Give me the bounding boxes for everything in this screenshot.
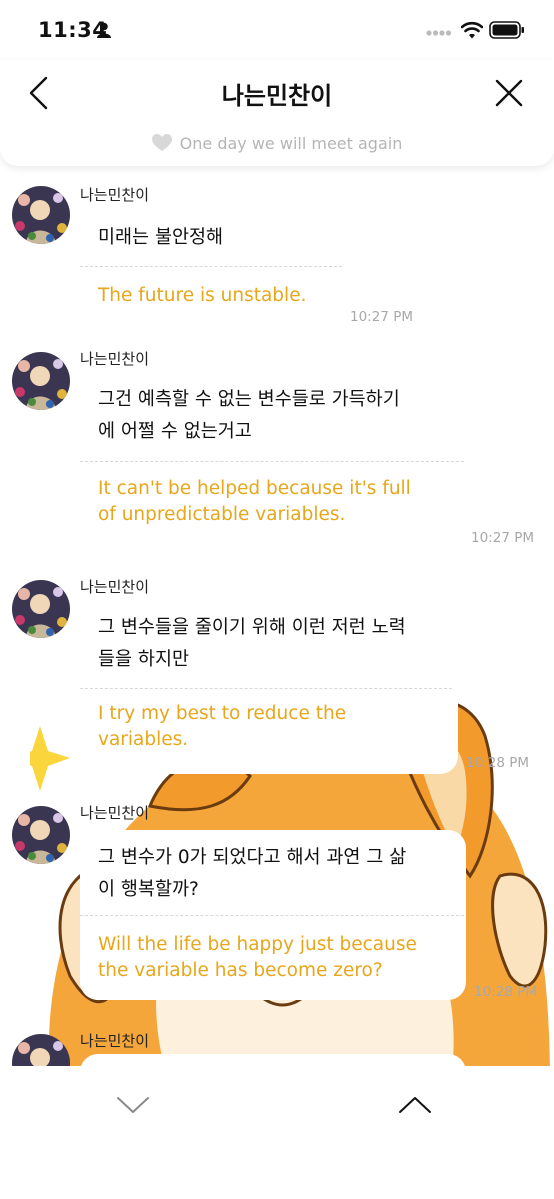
message-divider	[80, 266, 342, 267]
chat-header: 나는민찬이 One day we will meet again	[0, 60, 554, 166]
translation-line: It can't be helped because it's full	[98, 478, 411, 499]
scroll-down-button[interactable]	[114, 1092, 152, 1116]
message-item: 나는민찬이 그건 예측할 수 없는 변수들로 가득하기 에 어쩔 수 없는거고 …	[0, 336, 554, 556]
sender-name: 나는민찬이	[80, 1032, 150, 1050]
translation-line: Will the life be happy just because	[98, 934, 417, 955]
header-subtitle: One day we will meet again	[0, 134, 554, 153]
heart-icon	[151, 134, 172, 151]
sender-name: 나는민찬이	[80, 186, 150, 204]
korean-line: 그건 예측할 수 없는 변수들로 가득하기	[98, 389, 400, 410]
avatar[interactable]	[12, 186, 70, 244]
page-title: 나는민찬이	[221, 82, 333, 110]
avatar[interactable]	[12, 806, 70, 864]
message-divider	[80, 461, 464, 462]
message-translation: It can't be helped because it's full of …	[98, 476, 411, 528]
signal-icon	[426, 30, 452, 36]
korean-line: 그 변수가 0가 되었다고 해서 과연 그 삶	[98, 847, 407, 868]
korean-line: 에 어쩔 수 없는거고	[98, 421, 252, 442]
translation-line: of unpredictable variables.	[98, 504, 346, 525]
bottom-bar	[0, 1066, 554, 1199]
korean-line: 미래는 불안정해	[98, 227, 224, 248]
message-timestamp: 10:28 PM	[466, 755, 529, 771]
status-bar: 11:34	[0, 0, 554, 60]
wifi-icon	[461, 21, 483, 39]
person-icon	[97, 22, 111, 38]
message-korean: 미래는 불안정해	[98, 222, 223, 254]
avatar[interactable]	[12, 580, 70, 638]
korean-line: 들을 하지만	[98, 649, 189, 670]
translation-line: variables.	[98, 729, 189, 750]
message-translation: The future is unstable.	[98, 283, 306, 309]
message-translation: I try my best to reduce the variables.	[98, 701, 346, 753]
message-feed[interactable]: 나는민찬이 미래는 불안정해 The future is unstable. 1…	[0, 166, 554, 1066]
message-item: 나는민찬이 그 변수가 0가 되었다고 해서 과연 그 삶 이 행복할까? Wi…	[0, 792, 554, 1012]
message-korean: 그 변수가 0가 되었다고 해서 과연 그 삶 이 행복할까?	[98, 842, 406, 906]
sender-name: 나는민찬이	[80, 578, 150, 596]
translation-line: I try my best to reduce the	[98, 703, 347, 724]
avatar[interactable]	[12, 352, 70, 410]
korean-line: 이 행복할까?	[98, 879, 199, 900]
battery-icon	[489, 21, 524, 39]
message-divider	[80, 915, 464, 916]
message-bubble[interactable]	[80, 1054, 466, 1066]
message-timestamp: 10:27 PM	[471, 530, 534, 546]
subtitle-text: One day we will meet again	[179, 134, 403, 153]
message-divider	[80, 688, 452, 689]
message-translation: Will the life be happy just because the …	[98, 932, 417, 984]
message-item: 나는민찬이	[0, 1022, 554, 1066]
translation-line: the variable has become zero?	[98, 960, 383, 981]
korean-line: 그 변수들을 줄이기 위해 이런 저런 노력	[98, 617, 406, 638]
message-timestamp: 10:27 PM	[350, 309, 413, 325]
message-item: 나는민찬이 그 변수들을 줄이기 위해 이런 저런 노력 들을 하지만 I tr…	[0, 564, 554, 784]
avatar[interactable]	[12, 1034, 70, 1066]
message-korean: 그 변수들을 줄이기 위해 이런 저런 노력 들을 하지만	[98, 612, 406, 676]
message-timestamp: 10:28 PM	[474, 984, 537, 1000]
scroll-up-button[interactable]	[396, 1092, 434, 1116]
translation-line: The future is unstable.	[98, 285, 307, 306]
sender-name: 나는민찬이	[80, 804, 150, 822]
message-item: 나는민찬이 미래는 불안정해 The future is unstable. 1…	[0, 166, 554, 326]
sender-name: 나는민찬이	[80, 350, 150, 368]
close-button[interactable]	[490, 74, 528, 112]
message-korean: 그건 예측할 수 없는 변수들로 가득하기 에 어쩔 수 없는거고	[98, 384, 400, 448]
